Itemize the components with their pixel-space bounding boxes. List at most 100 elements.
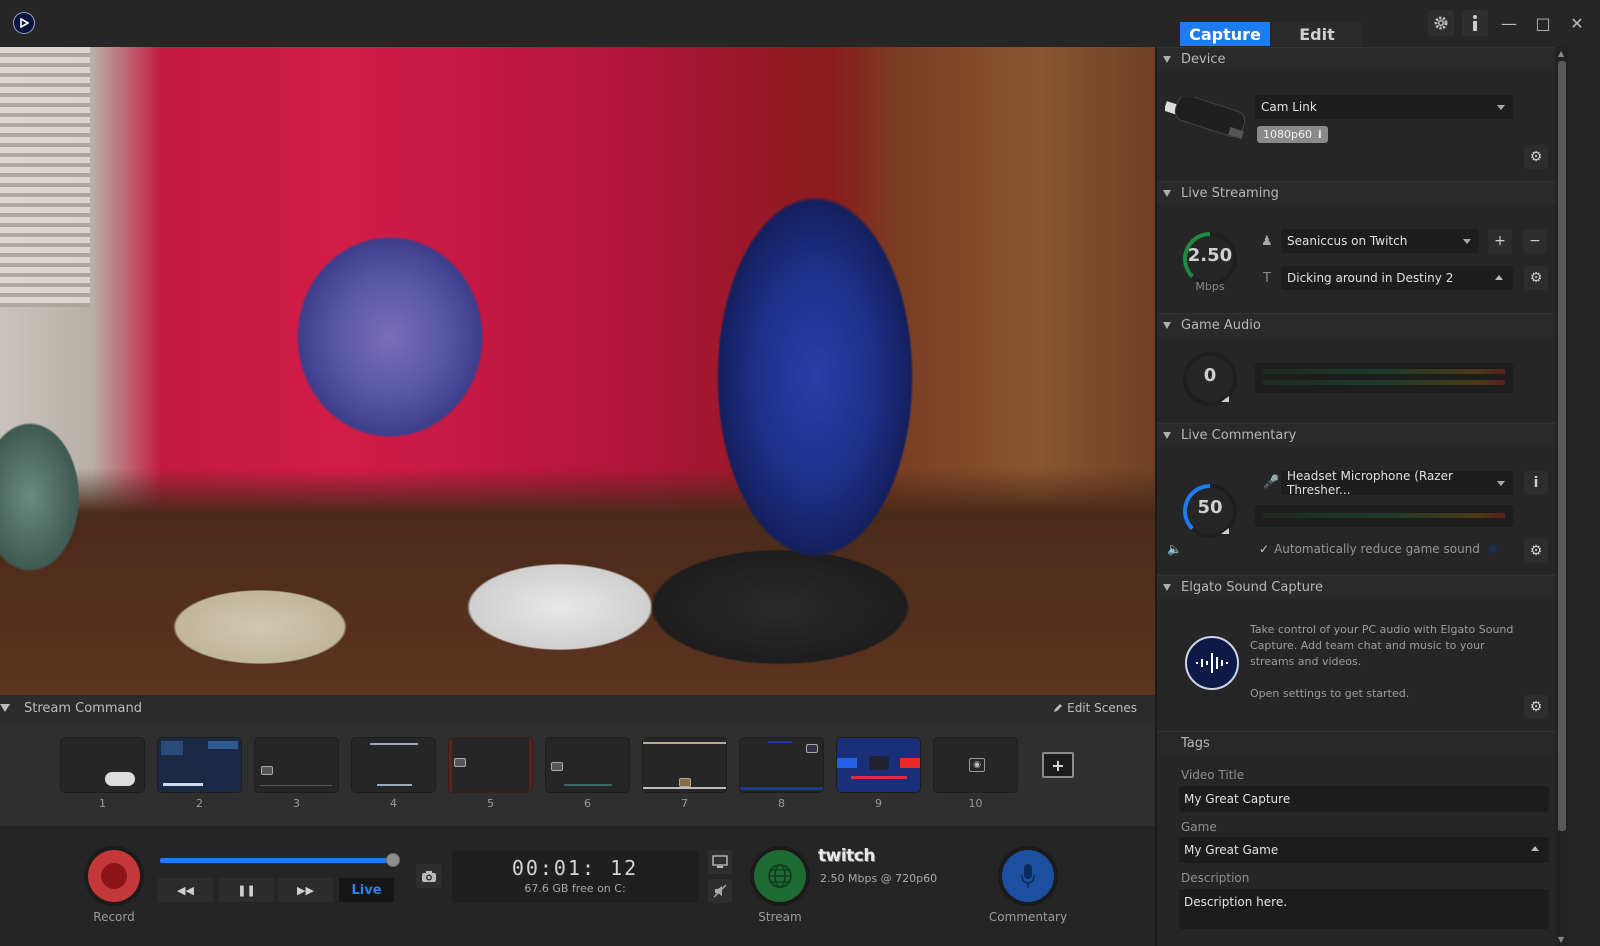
scroll-down-icon[interactable]: ▼ xyxy=(1558,935,1564,944)
monitor-button[interactable] xyxy=(708,850,732,874)
globe-icon: ◉ xyxy=(969,758,985,772)
capture-controls: Record ◀◀ ❚❚ ▶▶ Live 00:01: 12 67.6 GB f… xyxy=(0,826,1155,946)
maximize-button[interactable]: □ xyxy=(1530,10,1556,36)
microphone-info-button[interactable]: i xyxy=(1524,471,1548,495)
record-label: Record xyxy=(93,910,135,924)
stream-command-title: Stream Command xyxy=(24,700,142,716)
camera-icon xyxy=(454,758,466,767)
scroll-up-icon[interactable]: ▲ xyxy=(1558,49,1564,58)
live-commentary-section-header[interactable]: Live Commentary xyxy=(1157,423,1555,447)
add-scene-button[interactable]: + xyxy=(1042,752,1074,778)
edit-scenes-button[interactable]: Edit Scenes xyxy=(1053,701,1137,715)
scene-thumb[interactable]: ◉ xyxy=(933,737,1018,793)
live-commentary-title: Live Commentary xyxy=(1181,428,1297,443)
scene-overlay xyxy=(449,738,452,792)
scrubber-handle[interactable] xyxy=(386,853,400,867)
info-button[interactable] xyxy=(1462,10,1488,36)
tab-capture[interactable]: Capture xyxy=(1180,22,1270,46)
scene-thumb[interactable] xyxy=(836,737,921,793)
scene-overlay xyxy=(768,741,792,743)
commentary-label: Commentary xyxy=(988,910,1068,924)
video-title-input[interactable]: My Great Capture xyxy=(1179,786,1549,812)
tags-title: Tags xyxy=(1181,736,1210,751)
sound-capture-section-header[interactable]: Elgato Sound Capture xyxy=(1157,575,1555,599)
camera-icon xyxy=(551,762,563,771)
scene-overlay xyxy=(163,783,203,786)
auto-reduce-checkbox[interactable]: ✓ Automatically reduce game sound xyxy=(1259,542,1497,556)
game-input[interactable]: My Great Game xyxy=(1179,837,1549,863)
auto-reduce-label: Automatically reduce game sound xyxy=(1274,542,1480,556)
game-volume-value: 0 xyxy=(1203,365,1217,386)
fast-forward-button[interactable]: ▶▶ xyxy=(278,878,333,902)
resolution-badge[interactable]: 1080p60 i xyxy=(1257,126,1328,143)
scene-thumb[interactable] xyxy=(157,737,242,793)
rewind-button[interactable]: ◀◀ xyxy=(158,878,213,902)
minus-icon: − xyxy=(1529,233,1541,249)
live-button[interactable]: Live xyxy=(339,878,394,902)
commentary-volume-knob[interactable]: 50 xyxy=(1181,482,1239,540)
pause-icon: ❚❚ xyxy=(237,883,256,897)
game-volume-knob[interactable]: 0 xyxy=(1181,350,1239,408)
live-streaming-section-header[interactable]: Live Streaming xyxy=(1157,181,1555,205)
app-logo-icon[interactable] xyxy=(13,12,35,34)
scene-thumb[interactable] xyxy=(545,737,630,793)
scene-number: 2 xyxy=(196,797,203,810)
device-dropdown[interactable]: Cam Link xyxy=(1255,95,1513,119)
scene-thumb[interactable] xyxy=(254,737,339,793)
chevron-down-icon xyxy=(1497,481,1505,486)
chevron-down-icon xyxy=(1497,105,1505,110)
device-section-header[interactable]: Device xyxy=(1157,47,1555,71)
scene-thumb[interactable] xyxy=(448,737,533,793)
stream-command-header[interactable]: Stream Command Edit Scenes xyxy=(0,695,1155,721)
sound-capture-description: Take control of your PC audio with Elgat… xyxy=(1250,623,1514,668)
stream-title-input[interactable]: Dicking around in Destiny 2 xyxy=(1281,266,1513,290)
panel-scrollbar[interactable]: ▲ ▼ xyxy=(1556,47,1568,946)
commentary-audio-meter xyxy=(1255,505,1513,527)
recording-timer-panel: 00:01: 12 67.6 GB free on C: xyxy=(452,850,698,903)
add-account-button[interactable]: + xyxy=(1488,229,1512,253)
scene-thumb[interactable] xyxy=(739,737,824,793)
scene-number: 6 xyxy=(584,797,591,810)
record-button[interactable] xyxy=(88,850,140,902)
pencil-icon xyxy=(1054,704,1063,712)
scene-thumb[interactable] xyxy=(642,737,727,793)
streaming-account-dropdown[interactable]: Seaniccus on Twitch xyxy=(1281,229,1479,253)
pause-button[interactable]: ❚❚ xyxy=(219,878,274,902)
streaming-account: Seaniccus on Twitch xyxy=(1287,234,1408,248)
tab-edit[interactable]: Edit xyxy=(1272,22,1362,46)
scene-overlay xyxy=(643,787,726,789)
mute-monitor-button[interactable] xyxy=(708,879,732,903)
minimize-button[interactable]: — xyxy=(1496,10,1522,36)
text-icon: T xyxy=(1263,271,1271,286)
settings-button[interactable] xyxy=(1428,10,1454,36)
plus-icon: + xyxy=(1494,233,1506,249)
remove-account-button[interactable]: − xyxy=(1523,229,1547,253)
collapse-triangle-icon xyxy=(1163,432,1171,439)
scrollbar-thumb[interactable] xyxy=(1558,61,1566,831)
edit-scenes-label: Edit Scenes xyxy=(1067,701,1137,715)
minimize-icon: — xyxy=(1501,13,1517,33)
scene-thumb[interactable] xyxy=(60,737,145,793)
bitrate-knob[interactable]: 2.50 Mbps xyxy=(1181,230,1239,293)
speaker-icon[interactable]: 🔈 xyxy=(1167,542,1182,556)
window-controls: — □ ✕ xyxy=(1428,10,1590,36)
sound-capture-settings-button[interactable]: ⚙ xyxy=(1524,695,1548,719)
live-preview[interactable] xyxy=(0,47,1155,695)
game-audio-section-header[interactable]: Game Audio xyxy=(1157,313,1555,337)
microphone-dropdown[interactable]: Headset Microphone (Razer Thresher... xyxy=(1281,469,1513,497)
scene-overlay xyxy=(208,741,238,749)
screenshot-button[interactable] xyxy=(416,864,442,888)
device-settings-button[interactable]: ⚙ xyxy=(1524,145,1548,169)
stream-button[interactable] xyxy=(754,850,806,902)
streaming-settings-button[interactable]: ⚙ xyxy=(1524,266,1548,290)
playback-scrubber[interactable] xyxy=(160,858,392,863)
mode-tabs: Capture Edit xyxy=(1180,22,1362,46)
meter-bar xyxy=(1263,513,1505,518)
description-input[interactable]: Description here. xyxy=(1179,889,1549,929)
commentary-settings-button[interactable]: ⚙ xyxy=(1524,539,1548,563)
resolution-label: 1080p60 xyxy=(1263,128,1312,141)
scene-thumb[interactable] xyxy=(351,737,436,793)
close-button[interactable]: ✕ xyxy=(1564,10,1590,36)
commentary-button[interactable] xyxy=(1002,850,1054,902)
sound-capture-title: Elgato Sound Capture xyxy=(1181,580,1323,595)
